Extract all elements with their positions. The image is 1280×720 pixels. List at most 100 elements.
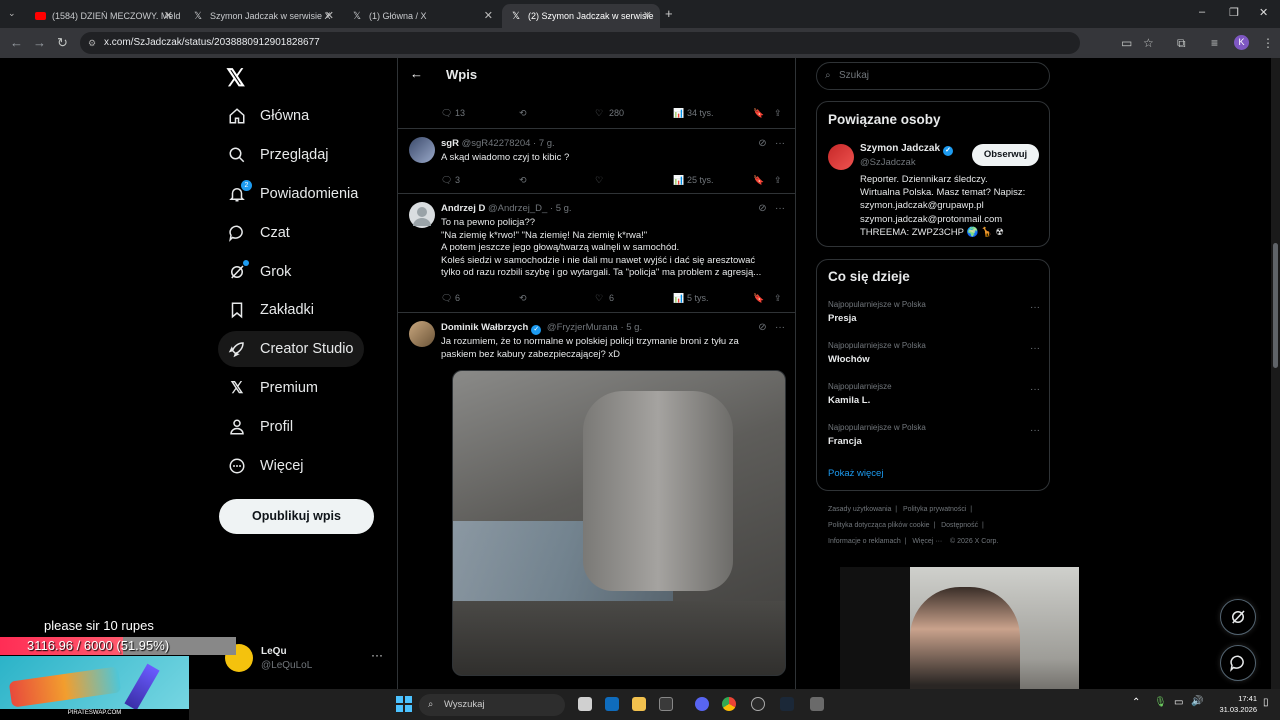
more-icon[interactable]: ··· — [775, 203, 785, 214]
close-icon[interactable]: ✕ — [643, 9, 652, 22]
trend-item[interactable]: Najpopularniejsze Kamila L. ··· — [828, 382, 1040, 412]
close-icon[interactable]: ✕ — [164, 9, 173, 22]
network-icon[interactable]: ▭ — [1174, 697, 1183, 708]
windows-start-icon[interactable] — [396, 696, 412, 712]
author-name[interactable]: Dominik Wałbrzych — [441, 322, 528, 333]
avatar[interactable] — [409, 137, 435, 163]
tweet-reply[interactable]: sgR @sgR42278204 · 7 g. ⊘ ··· A skąd wia… — [398, 129, 795, 194]
author-name[interactable]: Andrzej D — [441, 203, 485, 214]
tab-x-profile[interactable]: 𝕏 Szymon Jadczak w serwisie X ✕ — [184, 4, 342, 28]
share-icon[interactable]: ⇪ — [774, 108, 782, 119]
footer-link[interactable]: Więcej ··· — [912, 538, 942, 545]
like-icon[interactable]: ♡ — [595, 108, 603, 119]
grok-icon[interactable]: ⊘ — [758, 322, 766, 333]
minimize-button[interactable]: – — [1199, 6, 1205, 18]
tweet-time[interactable]: · 5 g. — [620, 322, 642, 333]
steam-icon[interactable] — [780, 697, 794, 711]
retweet-icon[interactable]: ⟲ — [519, 108, 527, 119]
forward-icon[interactable]: → — [33, 35, 46, 50]
views-icon[interactable]: 📊 — [673, 108, 684, 119]
back-icon[interactable]: ← — [10, 35, 23, 50]
footer-link[interactable]: Dostępność — [941, 522, 978, 529]
footer-link[interactable]: Polityka prywatności — [903, 506, 966, 513]
bookmark-icon[interactable]: 🔖 — [753, 293, 764, 304]
microphone-icon[interactable]: 🎙 — [1154, 697, 1167, 708]
notification-center-icon[interactable]: ▯ — [1263, 697, 1269, 708]
nav-item-profile[interactable]: Profil — [218, 409, 303, 445]
person-name[interactable]: Szymon Jadczak ✓ — [860, 143, 956, 156]
tweet-time[interactable]: · 7 g. — [533, 138, 555, 149]
chrome-icon[interactable] — [722, 697, 736, 711]
person-handle[interactable]: @SzJadczak — [860, 157, 916, 168]
more-icon[interactable]: ··· — [775, 322, 785, 333]
bookmark-icon[interactable]: 🔖 — [753, 175, 764, 186]
author-handle[interactable]: @Andrzej_D_ — [488, 203, 547, 214]
grok-icon[interactable]: ⊘ — [758, 203, 766, 214]
retweet-icon[interactable]: ⟲ — [519, 175, 527, 186]
nav-item-more[interactable]: Więcej — [218, 448, 314, 484]
media-control-icon[interactable]: ≡ — [1211, 36, 1218, 50]
reply-icon[interactable]: 🗨 — [441, 108, 452, 119]
site-info-icon[interactable]: ⚙ — [88, 32, 96, 54]
share-icon[interactable]: ⇪ — [774, 293, 782, 304]
system-clock[interactable]: 17:41 31.03.2026 — [1211, 693, 1257, 715]
grok-icon[interactable]: ⊘ — [758, 138, 766, 149]
more-icon[interactable]: ··· — [775, 138, 785, 149]
nav-item-chat[interactable]: Czat — [218, 215, 300, 251]
nav-item-home[interactable]: Główna — [218, 98, 319, 134]
trend-item[interactable]: Najpopularniejsze w Polska Presja ··· — [828, 300, 1040, 330]
more-icon[interactable]: ··· — [1030, 425, 1040, 436]
nav-item-creator-studio[interactable]: Creator Studio — [218, 331, 364, 367]
avatar[interactable] — [409, 321, 435, 347]
chat-fab-button[interactable] — [1220, 645, 1256, 681]
avatar[interactable] — [828, 144, 854, 170]
follow-button[interactable]: Obserwuj — [972, 144, 1039, 166]
new-tab-button[interactable]: + — [665, 6, 673, 21]
obs-icon[interactable] — [751, 697, 765, 711]
author-handle[interactable]: @FryzjerMurana — [547, 322, 618, 333]
post-button[interactable]: Opublikuj wpis — [219, 499, 374, 534]
author-name[interactable]: sgR — [441, 138, 459, 149]
store-icon[interactable] — [659, 697, 673, 711]
retweet-icon[interactable]: ⟲ — [519, 293, 527, 304]
more-icon[interactable]: ··· — [1030, 302, 1040, 313]
menu-icon[interactable]: ⋮ — [1262, 36, 1274, 50]
views-icon[interactable]: 📊 — [673, 293, 684, 304]
nav-item-notifications[interactable]: 2 Powiadomienia — [218, 176, 368, 212]
author-handle[interactable]: @sgR42278204 — [462, 138, 531, 149]
reply-icon[interactable]: 🗨 — [441, 175, 452, 186]
outlook-icon[interactable] — [605, 697, 619, 711]
bookmark-star-icon[interactable]: ☆ — [1143, 36, 1154, 50]
nav-item-grok[interactable]: Grok — [218, 254, 301, 290]
tweet-video[interactable] — [452, 370, 786, 676]
file-explorer-icon[interactable] — [632, 697, 646, 711]
tweet-reply[interactable]: Andrzej D @Andrzej_D_ · 5 g. ⊘ ··· To na… — [398, 194, 795, 313]
taskbar-search-input[interactable]: ⌕ Wyszukaj — [419, 694, 565, 716]
tweet-time[interactable]: · 5 g. — [550, 203, 572, 214]
nav-item-bookmarks[interactable]: Zakładki — [218, 292, 324, 328]
profile-avatar[interactable]: K — [1234, 35, 1249, 50]
close-icon[interactable]: ✕ — [484, 9, 493, 22]
footer-link[interactable]: Zasady użytkowania — [828, 506, 891, 513]
grok-fab-button[interactable] — [1220, 599, 1256, 635]
bookmark-icon[interactable]: 🔖 — [753, 108, 764, 119]
x-logo-icon[interactable]: 𝕏 — [226, 64, 245, 93]
account-switcher[interactable]: LeQu @LeQuLoL ··· — [225, 640, 385, 680]
discord-icon[interactable] — [695, 697, 709, 711]
bio-line[interactable]: szymon.jadczak@grupawp.pl — [860, 199, 1046, 212]
share-icon[interactable]: ⇪ — [774, 175, 782, 186]
task-view-icon[interactable] — [578, 697, 592, 711]
nav-item-explore[interactable]: Przeglądaj — [218, 137, 339, 173]
tab-list-icon[interactable]: ⌄ — [8, 8, 16, 19]
cast-icon[interactable]: ▭ — [1121, 36, 1132, 50]
extensions-icon[interactable]: ⧉ — [1177, 36, 1186, 51]
search-input[interactable]: ⌕ Szukaj — [816, 62, 1050, 90]
window-close-button[interactable]: ✕ — [1259, 6, 1268, 19]
scrollbar-thumb[interactable] — [1273, 243, 1278, 368]
show-more-link[interactable]: Pokaż więcej — [828, 468, 883, 479]
app-icon[interactable] — [810, 697, 824, 711]
tab-x-post[interactable]: 𝕏 (2) Szymon Jadczak w serwisie ✕ — [502, 4, 660, 28]
trend-item[interactable]: Najpopularniejsze w Polska Francja ··· — [828, 423, 1040, 453]
more-icon[interactable]: ··· — [1030, 343, 1040, 354]
bio-line[interactable]: szymon.jadczak@protonmail.com — [860, 213, 1046, 226]
